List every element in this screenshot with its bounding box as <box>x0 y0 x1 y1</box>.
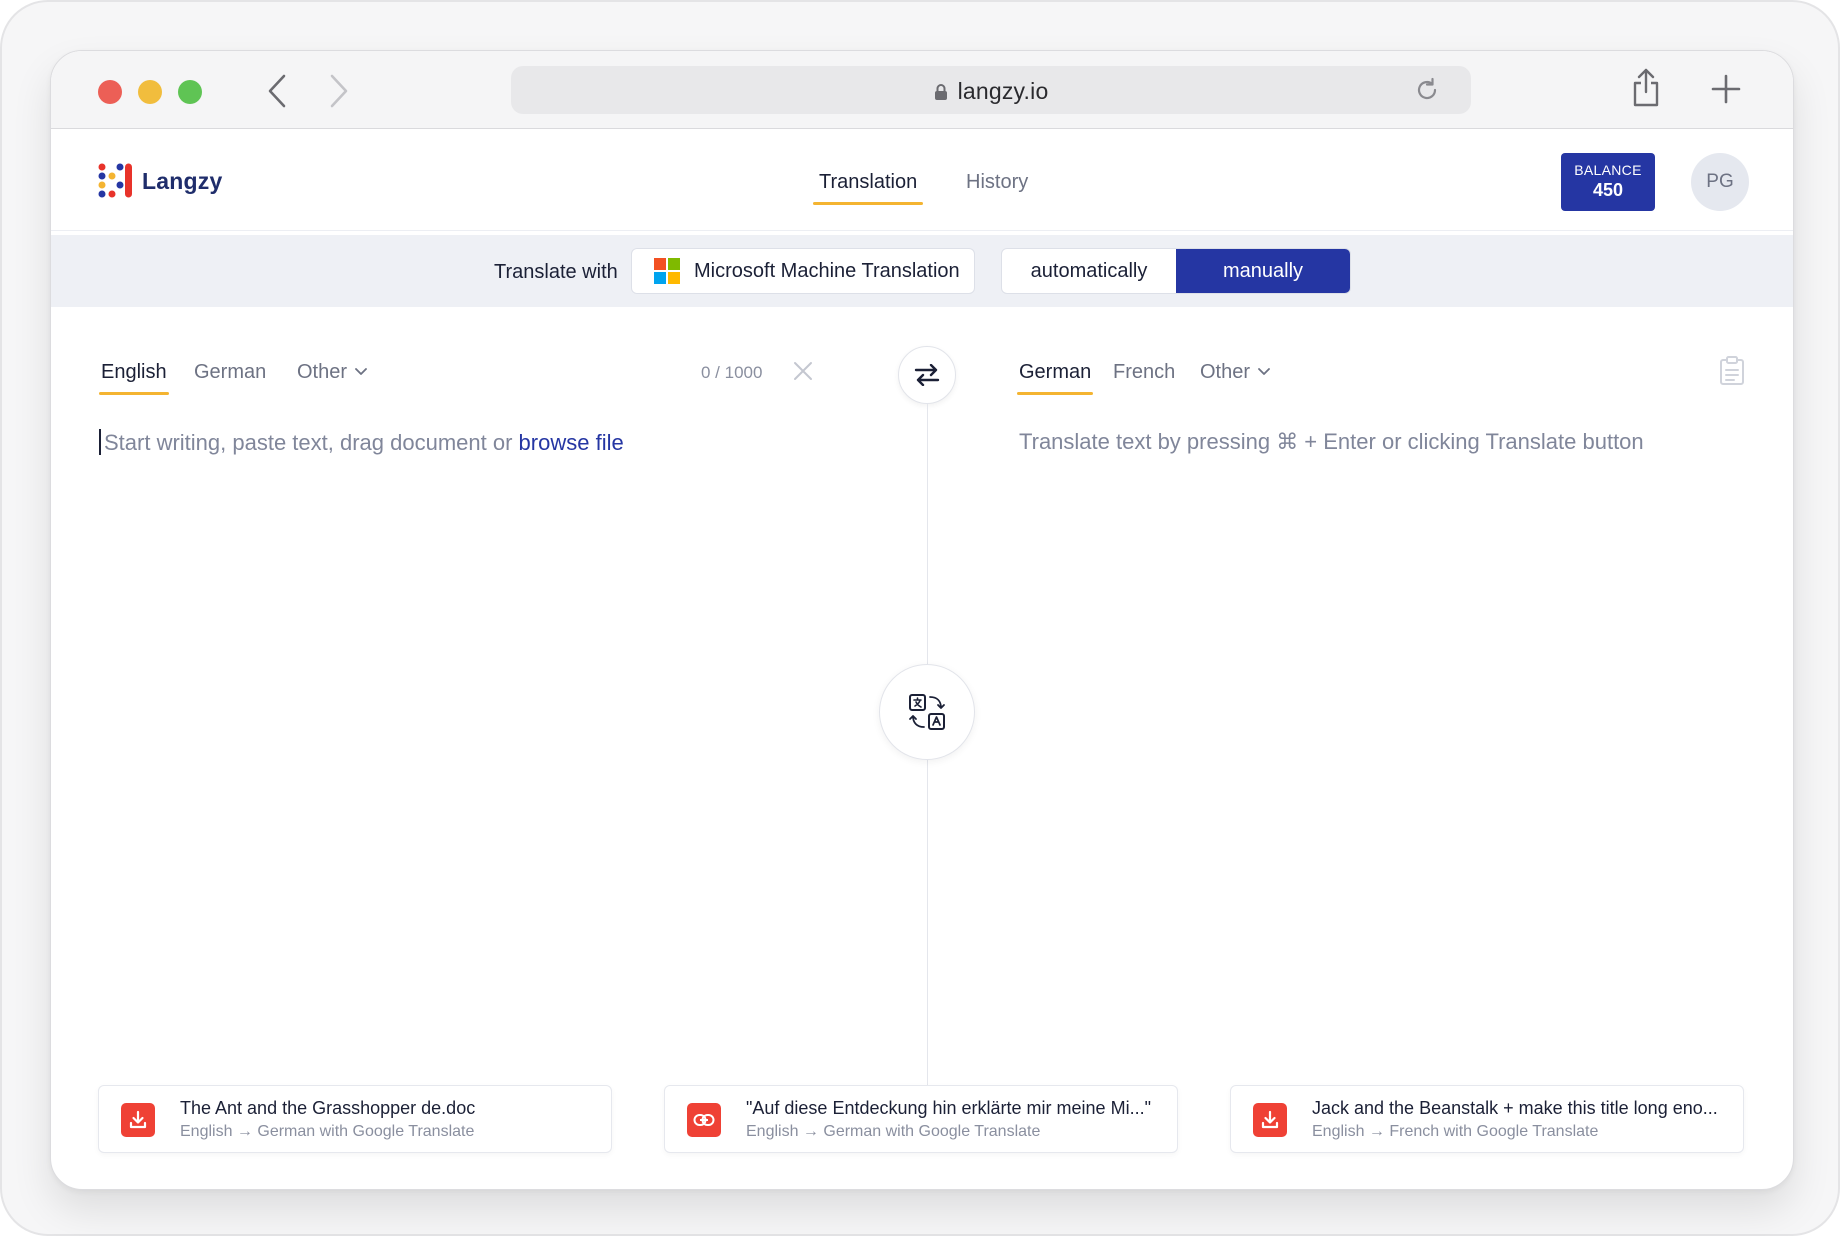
lock-icon <box>934 84 947 100</box>
engine-bar: Translate with Microsoft Machine Transla… <box>51 235 1793 307</box>
app-header: Langzy Translation History BALANCE 450 P… <box>51 129 1793 231</box>
balance-value: 450 <box>1592 180 1624 200</box>
char-counter: 0 / 1000 <box>701 363 763 382</box>
browser-window: langzy.io Langzy Translation History BAL… <box>50 50 1794 1190</box>
new-tab-icon[interactable] <box>1711 74 1741 109</box>
recent-item[interactable]: The Ant and the Grasshopper de.doc Engli… <box>98 1085 612 1153</box>
logo[interactable]: Langzy <box>98 163 222 199</box>
share-icon[interactable] <box>1631 68 1661 113</box>
tab-translation[interactable]: Translation <box>812 171 924 205</box>
link-icon <box>687 1103 721 1137</box>
chevron-left-icon <box>268 74 286 108</box>
reload-icon[interactable] <box>1413 76 1441 109</box>
forward-button[interactable] <box>321 73 357 109</box>
device-frame: langzy.io Langzy Translation History BAL… <box>0 0 1840 1236</box>
source-placeholder: Start writing, paste text, drag document… <box>104 430 513 455</box>
source-lang-other[interactable]: Other <box>297 361 367 384</box>
recent-item-subtitle: English → German with Google Translate <box>746 1123 1041 1140</box>
translate-icon <box>909 694 945 730</box>
back-button[interactable] <box>259 73 295 109</box>
recent-item-subtitle: English → German with Google Translate <box>180 1123 475 1140</box>
swap-arrows-icon <box>914 364 940 386</box>
minimize-window-button[interactable] <box>138 80 162 104</box>
langzy-logo-icon <box>98 163 132 198</box>
recent-item-title: "Auf diese Entdeckung hin erklärte mir m… <box>746 1098 1151 1118</box>
recent-item-title: Jack and the Beanstalk + make this title… <box>1312 1098 1718 1118</box>
avatar[interactable]: PG <box>1691 153 1749 211</box>
target-output: Translate text by pressing ⌘ + Enter or … <box>1019 429 1644 454</box>
engine-select[interactable]: Microsoft Machine Translation <box>631 248 975 294</box>
balance-label: BALANCE <box>1574 162 1642 178</box>
source-lang-german[interactable]: German <box>194 361 266 384</box>
microsoft-logo-icon <box>654 258 680 284</box>
recent-item[interactable]: Jack and the Beanstalk + make this title… <box>1230 1085 1744 1153</box>
mode-manually-button[interactable]: manually <box>1176 249 1350 293</box>
recent-item-title: The Ant and the Grasshopper de.doc <box>180 1098 476 1118</box>
swap-languages-button[interactable] <box>898 346 956 404</box>
recent-item-subtitle: English → French with Google Translate <box>1312 1123 1599 1140</box>
source-lang-english[interactable]: English <box>99 361 169 395</box>
translate-with-label: Translate with <box>494 261 618 283</box>
download-icon <box>121 1103 155 1137</box>
text-cursor <box>99 429 101 455</box>
target-lang-french[interactable]: French <box>1113 361 1175 384</box>
chevron-right-icon <box>330 74 348 108</box>
download-icon <box>1253 1103 1287 1137</box>
translate-button[interactable] <box>879 664 975 760</box>
address-bar[interactable]: langzy.io <box>511 66 1471 114</box>
clipboard-icon[interactable] <box>1719 356 1745 391</box>
recent-item[interactable]: "Auf diese Entdeckung hin erklärte mir m… <box>664 1085 1178 1153</box>
zoom-window-button[interactable] <box>178 80 202 104</box>
source-input[interactable]: Start writing, paste text, drag document… <box>99 429 624 456</box>
logo-text: Langzy <box>142 167 223 194</box>
url-text: langzy.io <box>511 78 1471 105</box>
mode-automatically-button[interactable]: automatically <box>1002 249 1176 293</box>
source-lang-other-label: Other <box>297 361 348 383</box>
target-lang-other-label: Other <box>1200 361 1251 383</box>
browser-toolbar: langzy.io <box>51 51 1793 129</box>
engine-name: Microsoft Machine Translation <box>694 259 960 282</box>
browse-file-link[interactable]: browse file <box>519 430 624 455</box>
chevron-down-icon <box>355 368 367 375</box>
chevron-down-icon <box>1258 368 1270 375</box>
target-lang-other[interactable]: Other <box>1200 361 1270 384</box>
clear-icon[interactable] <box>793 361 813 386</box>
mode-toggle: automatically manually <box>1001 248 1351 294</box>
tab-history[interactable]: History <box>966 171 1028 194</box>
close-window-button[interactable] <box>98 80 122 104</box>
target-lang-german[interactable]: German <box>1016 361 1094 395</box>
balance-badge[interactable]: BALANCE 450 <box>1561 153 1655 211</box>
